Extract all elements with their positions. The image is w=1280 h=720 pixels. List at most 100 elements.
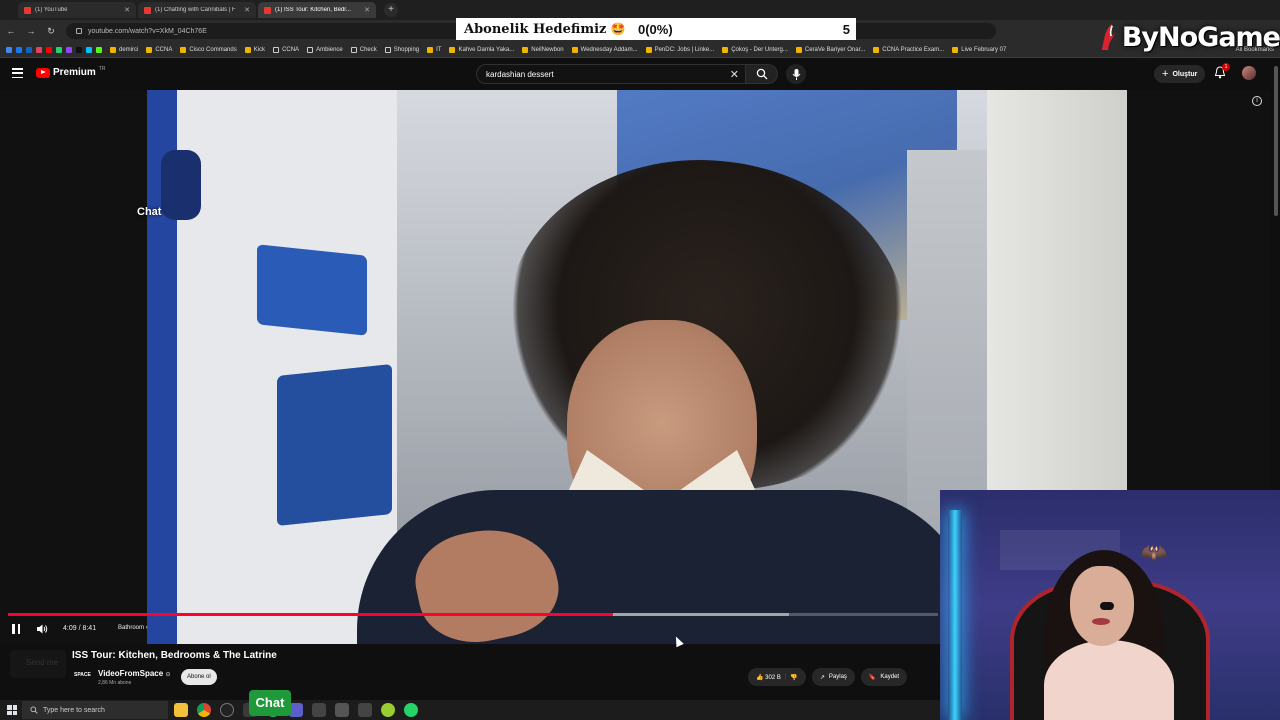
bookmark-item[interactable]: Check xyxy=(350,46,377,53)
bookmark-favicon-icon[interactable] xyxy=(56,46,62,53)
bookmark-favicon-icon[interactable] xyxy=(46,46,52,53)
bookmark-favicon-icon[interactable] xyxy=(6,46,12,53)
chat-overlay-button[interactable]: Chat xyxy=(249,690,291,716)
bookmark-item[interactable]: Ambience xyxy=(307,46,343,53)
taskbar-search-placeholder: Type here to search xyxy=(43,706,105,714)
browser-tab[interactable]: (1) Chatting with Cannibals | F ✕ xyxy=(138,2,256,18)
bookmark-item[interactable]: Kick xyxy=(244,46,266,53)
back-icon[interactable]: ← xyxy=(6,26,16,36)
bookmark-item[interactable]: Live February 07 xyxy=(952,46,1006,53)
forward-icon[interactable]: → xyxy=(26,26,36,36)
bookmark-label: Kick xyxy=(253,46,266,53)
site-info-icon[interactable] xyxy=(76,28,82,34)
subscribe-button[interactable]: Abone ol xyxy=(181,669,217,685)
search-button[interactable] xyxy=(746,64,778,84)
whatsapp-icon[interactable] xyxy=(404,703,418,717)
share-button[interactable]: ↗ Paylaş xyxy=(811,668,855,686)
search-icon xyxy=(756,68,767,80)
close-tab-icon[interactable]: ✕ xyxy=(244,6,250,14)
channel-logo[interactable]: SPACE xyxy=(74,672,91,682)
browser-tab-active[interactable]: (1) ISS Tour: Kitchen, Bedr... ✕ xyxy=(258,2,376,18)
bookmark-icon xyxy=(427,46,434,53)
app-icon[interactable] xyxy=(289,703,303,717)
player-controls: 4:09 / 8:41 Bathroom › xyxy=(0,620,940,640)
taskbar-apps xyxy=(174,703,418,717)
bookmark-icon xyxy=(146,46,153,53)
chapter-button[interactable]: Bathroom › xyxy=(118,625,148,631)
bookmark-favicon-icon[interactable] xyxy=(36,46,42,53)
create-button[interactable]: + Oluştur xyxy=(1154,65,1206,83)
info-icon[interactable]: i xyxy=(1252,96,1262,106)
bookmark-item[interactable]: NeilNewbon xyxy=(522,46,564,53)
save-button[interactable]: 🔖 Kaydet xyxy=(860,668,908,686)
notifications-button[interactable]: 1 xyxy=(1214,63,1230,80)
tab-title: (1) Chatting with Cannibals | F xyxy=(155,7,236,13)
share-icon: ↗ xyxy=(819,674,825,681)
bookmark-item[interactable]: Çokoş - Der Unterg... xyxy=(722,46,788,53)
bookmark-item[interactable]: CCNA xyxy=(146,46,172,53)
goal-progress: 0(0%) xyxy=(638,21,673,37)
bookmark-icon xyxy=(384,46,391,53)
voice-search-button[interactable] xyxy=(786,64,806,84)
account-avatar[interactable] xyxy=(1242,66,1256,80)
bookmark-favicon-icon[interactable] xyxy=(86,46,92,53)
app-icon[interactable] xyxy=(335,703,349,717)
hamburger-menu-icon[interactable] xyxy=(12,68,23,78)
notification-count-badge: 1 xyxy=(1222,63,1230,71)
file-explorer-icon[interactable] xyxy=(174,703,188,717)
bookmark-item[interactable]: Shopping xyxy=(384,46,419,53)
bookmark-icon xyxy=(180,46,187,53)
obs-icon[interactable] xyxy=(220,703,234,717)
clear-search-icon[interactable]: ✕ xyxy=(730,68,739,81)
like-button[interactable]: 👍 302 B xyxy=(756,674,781,681)
tab-title: (1) YouTube xyxy=(35,7,68,13)
taskbar-search[interactable]: Type here to search xyxy=(22,701,168,719)
bookmark-icon: 🔖 xyxy=(868,674,877,681)
bookmark-favicon-icon[interactable] xyxy=(26,46,32,53)
chat-overlay-label: Chat xyxy=(137,206,162,218)
volume-icon[interactable] xyxy=(36,623,48,635)
dislike-icon[interactable]: 👎 xyxy=(790,674,797,681)
video-info-section: Send me ISS Tour: Kitchen, Bedrooms & Th… xyxy=(0,644,940,700)
bookmark-label: Wednesday Addam... xyxy=(580,46,638,53)
pause-button[interactable] xyxy=(12,624,20,634)
bookmark-label: Kahve Damla Yaka... xyxy=(458,46,515,53)
close-tab-icon[interactable]: ✕ xyxy=(124,6,130,14)
bookmark-label: demirci xyxy=(119,46,139,53)
windows-start-icon[interactable] xyxy=(7,705,17,715)
youtube-favicon-icon xyxy=(24,6,31,14)
bookmark-item[interactable]: CCNA Practice Exam... xyxy=(873,46,945,53)
streamer-webcam: 🦇 xyxy=(940,490,1280,720)
bookmark-item[interactable]: Cisco Commands xyxy=(180,46,237,53)
app-icon[interactable] xyxy=(358,703,372,717)
bookmark-favicon-icon[interactable] xyxy=(76,46,82,53)
bookmark-item[interactable]: PenDC: Jobs | Linke... xyxy=(645,46,714,53)
bookmark-item[interactable]: Wednesday Addam... xyxy=(571,46,638,53)
bookmark-favicon-icon[interactable] xyxy=(16,46,22,53)
scrollbar-thumb[interactable] xyxy=(1274,66,1278,216)
bookmark-favicon-icon[interactable] xyxy=(66,46,72,53)
app-icon[interactable] xyxy=(312,703,326,717)
new-tab-button[interactable]: + xyxy=(384,3,398,17)
video-progress-bar[interactable] xyxy=(8,613,938,616)
youtube-favicon-icon xyxy=(264,6,271,14)
bookmark-item[interactable]: CCNA xyxy=(273,46,299,53)
app-icon[interactable] xyxy=(381,703,395,717)
bookmark-label: Cisco Commands xyxy=(189,46,237,53)
reload-icon[interactable]: ↻ xyxy=(46,26,56,37)
bookmark-item[interactable]: Kahve Damla Yaka... xyxy=(449,46,515,53)
close-tab-icon[interactable]: ✕ xyxy=(364,6,370,14)
bookmark-item[interactable]: IT xyxy=(427,46,441,53)
bookmark-item[interactable]: CeraVe Bariyer Onar... xyxy=(795,46,865,53)
chrome-icon[interactable] xyxy=(197,703,211,717)
bookmark-label: NeilNewbon xyxy=(531,46,564,53)
browser-tab[interactable]: (1) YouTube ✕ xyxy=(18,2,136,18)
brand-text: ByNoGame xyxy=(1121,21,1280,53)
youtube-logo[interactable]: Premium TR xyxy=(36,66,105,78)
bookmark-item[interactable]: demirci xyxy=(110,46,139,53)
search-input[interactable]: kardashian dessert ✕ xyxy=(476,64,746,84)
bookmark-favicon-icon[interactable] xyxy=(96,46,102,53)
bookmark-label: CCNA Practice Exam... xyxy=(882,46,945,53)
screen: (1) YouTube ✕ (1) Chatting with Cannibal… xyxy=(0,0,1280,720)
channel-name[interactable]: VideoFromSpace ⊙ xyxy=(98,669,170,678)
